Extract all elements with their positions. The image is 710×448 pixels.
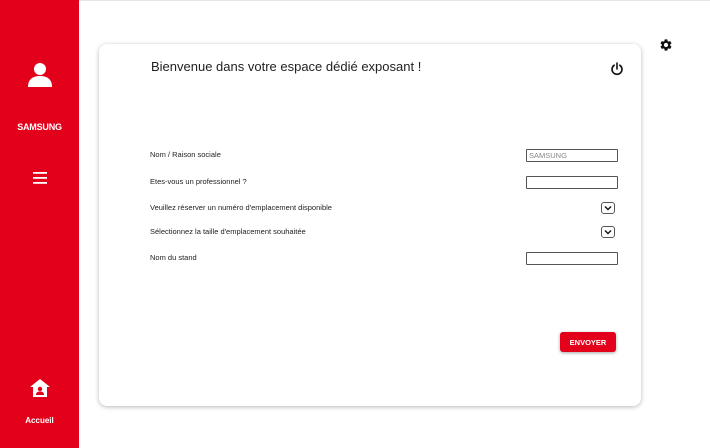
- user-icon: [28, 63, 52, 87]
- exhibitor-form-card: Bienvenue dans votre espace dédié exposa…: [99, 44, 641, 406]
- professional-input[interactable]: [526, 176, 618, 189]
- slot-number-select[interactable]: [601, 202, 615, 214]
- company-name: SAMSUNG: [17, 122, 62, 132]
- slot-size-select[interactable]: [601, 226, 615, 238]
- stand-name-label: Nom du stand: [150, 253, 197, 262]
- slot-number-label: Veuillez réserver un numéro d'emplacemen…: [150, 203, 332, 212]
- home-icon[interactable]: [29, 378, 51, 398]
- menu-icon[interactable]: [32, 171, 48, 185]
- chevron-down-icon: [604, 206, 612, 211]
- top-divider: [0, 0, 710, 1]
- company-name-label: Nom / Raison sociale: [150, 150, 221, 159]
- gear-icon[interactable]: [659, 38, 673, 52]
- slot-size-label: Sélectionnez la taille d'emplacement sou…: [150, 227, 306, 236]
- chevron-down-icon: [604, 230, 612, 235]
- sidebar: SAMSUNG Accueil: [0, 0, 79, 448]
- home-label[interactable]: Accueil: [0, 416, 79, 425]
- page-title: Bienvenue dans votre espace dédié exposa…: [151, 59, 422, 74]
- professional-label: Etes-vous un professionnel ?: [150, 177, 247, 186]
- power-icon[interactable]: [610, 62, 624, 76]
- stand-name-input[interactable]: [526, 252, 618, 265]
- submit-button[interactable]: ENVOYER: [560, 332, 616, 352]
- company-name-input[interactable]: [526, 149, 618, 162]
